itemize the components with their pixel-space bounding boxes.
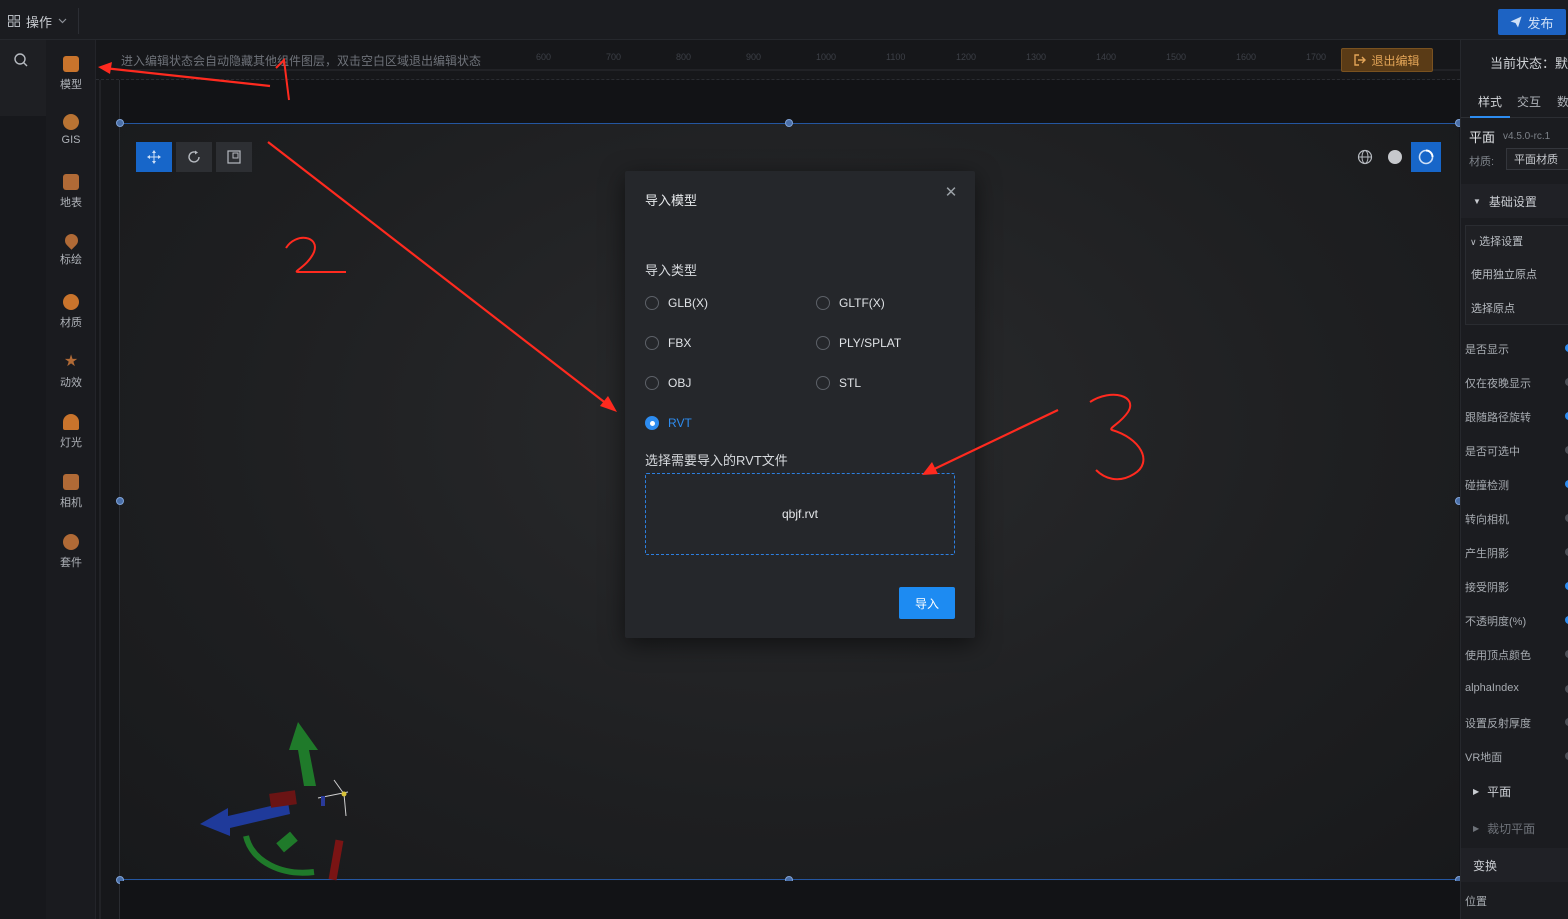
annotation-overlay: 1 2 3 — [0, 0, 1145, 481]
annotation-two: 2 — [0, 0, 9, 4]
annotation-one: 1 — [0, 0, 9, 4]
annotation-three: 3 — [0, 0, 9, 4]
